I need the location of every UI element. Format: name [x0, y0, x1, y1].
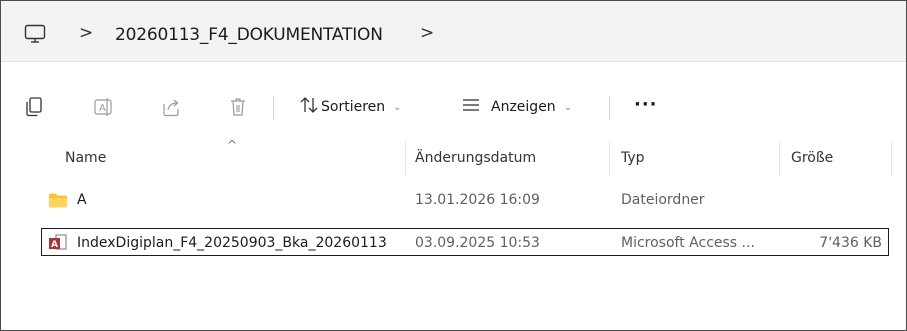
delete-icon[interactable]: [228, 96, 248, 118]
column-divider[interactable]: [779, 142, 780, 176]
file-type: Dateiordner: [621, 192, 705, 208]
file-size: 7'436 KB: [819, 235, 882, 251]
toolbar-separator: [273, 96, 274, 120]
column-type[interactable]: Typ: [621, 150, 645, 166]
chevron-down-icon: ⌄: [393, 101, 402, 113]
svg-text:A: A: [51, 240, 58, 250]
file-name: A: [77, 192, 87, 208]
column-divider[interactable]: [405, 142, 406, 176]
list-item[interactable]: A 13.01.2026 16:09 Dateiordner: [41, 186, 889, 214]
sort-button[interactable]: Sortieren ⌄: [299, 96, 402, 118]
sort-indicator-icon: ^: [227, 138, 238, 152]
view-icon: [461, 97, 491, 117]
address-bar[interactable]: > 20260113_F4_DOKUMENTATION >: [1, 1, 906, 61]
share-icon[interactable]: [161, 96, 181, 118]
rename-icon[interactable]: A: [93, 96, 113, 118]
breadcrumb-separator[interactable]: >: [420, 23, 434, 43]
sort-label: Sortieren: [321, 99, 386, 115]
access-file-icon: A: [48, 234, 68, 256]
sort-icon: [299, 96, 321, 118]
breadcrumb-folder[interactable]: 20260113_F4_DOKUMENTATION: [115, 25, 383, 45]
column-name[interactable]: Name: [65, 150, 106, 166]
file-name: IndexDigiplan_F4_20250903_Bka_20260113: [77, 235, 387, 251]
file-date: 13.01.2026 16:09: [415, 192, 540, 208]
copy-icon[interactable]: [24, 96, 44, 118]
column-divider[interactable]: [609, 142, 610, 176]
chevron-down-icon: ⌄: [563, 101, 573, 113]
computer-icon[interactable]: [24, 24, 46, 44]
view-button[interactable]: Anzeigen ⌄: [461, 96, 572, 118]
more-options-icon[interactable]: ···: [634, 94, 658, 115]
column-divider[interactable]: [891, 142, 892, 176]
file-type: Microsoft Access ...: [621, 235, 755, 251]
column-date[interactable]: Änderungsdatum: [415, 150, 536, 166]
toolbar-separator: [609, 96, 610, 120]
folder-icon: [48, 192, 68, 212]
column-size[interactable]: Größe: [791, 150, 833, 166]
view-label: Anzeigen: [491, 99, 556, 115]
file-date: 03.09.2025 10:53: [415, 235, 540, 251]
svg-text:A: A: [99, 103, 106, 114]
breadcrumb-separator[interactable]: >: [79, 23, 93, 43]
column-header: ^ Name Änderungsdatum Typ Größe: [1, 138, 906, 176]
list-item[interactable]: A IndexDigiplan_F4_20250903_Bka_20260113…: [41, 228, 889, 256]
explorer-window: > 20260113_F4_DOKUMENTATION > A Sortiere…: [0, 0, 907, 331]
command-bar: A Sortieren ⌄ Anzeigen ⌄ ···: [1, 62, 906, 132]
